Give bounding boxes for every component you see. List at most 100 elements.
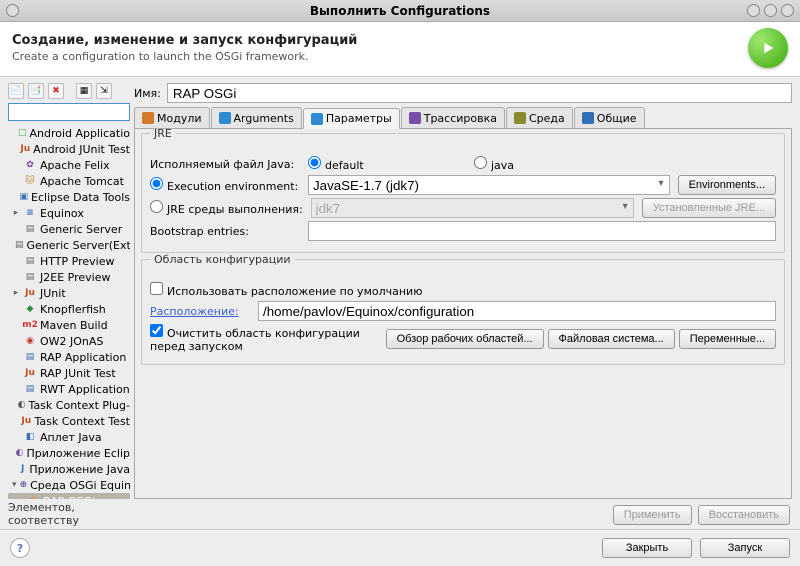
tree-item[interactable]: ◆Knopflerfish (8, 301, 130, 317)
name-input[interactable] (167, 83, 792, 103)
tree-item[interactable]: ▤RAP Application (8, 349, 130, 365)
clear-config-checkbox[interactable]: Очистить область конфигурации перед запу… (150, 324, 378, 353)
tab-модули[interactable]: Модули (134, 107, 210, 128)
location-label-link[interactable]: Расположение: (150, 305, 250, 318)
jre-runtime-radio[interactable]: JRE среды выполнения: (150, 200, 303, 216)
environments-button[interactable]: Environments... (678, 175, 776, 195)
tree-item-icon: ▤ (23, 383, 37, 395)
tree-item[interactable]: JuAndroid JUnit Test (8, 141, 130, 157)
tree-item-icon: ✿ (23, 159, 37, 171)
run-icon (748, 28, 788, 68)
location-input[interactable] (258, 301, 776, 321)
tab-icon (311, 113, 323, 125)
tree-item[interactable]: ▣Eclipse Data Tools (8, 189, 130, 205)
tree-item[interactable]: JПриложение Java (8, 461, 130, 477)
tree-item-icon: □ (18, 127, 27, 139)
tree-item-icon: Ju (23, 367, 37, 379)
tree-item-label: Android JUnit Test (33, 143, 130, 156)
jre-group-title: JRE (150, 129, 176, 140)
tree-item[interactable]: ▸≡Equinox (8, 205, 130, 221)
tree-item-label: Приложение Eclip (26, 447, 130, 460)
tree-item[interactable]: ◐Task Context Plug- (8, 397, 130, 413)
jre-runtime-select: jdk7 (311, 198, 634, 218)
tree-item[interactable]: ▤HTTP Preview (8, 253, 130, 269)
tree-item[interactable]: ▤Generic Server (8, 221, 130, 237)
tab-среда[interactable]: Среда (506, 107, 573, 128)
tree-item-icon: ▤ (23, 223, 37, 235)
tab-icon (219, 112, 231, 124)
tree-item-label: Аплет Java (40, 431, 102, 444)
tree-item-label: Maven Build (40, 319, 108, 332)
tree-item-icon: ◐ (16, 447, 24, 459)
tree-item[interactable]: ▸JuJUnit (8, 285, 130, 301)
tree-item-label: Equinox (40, 207, 84, 220)
tree-item-label: Среда OSGi Equin (30, 479, 130, 492)
browse-workspace-button[interactable]: Обзор рабочих областей... (386, 329, 544, 349)
tree-item[interactable]: ◐Приложение Eclip (8, 445, 130, 461)
tree-item-icon: ≡ (23, 207, 37, 219)
tab-общие[interactable]: Общие (574, 107, 645, 128)
tree-item-label: RWT Application (40, 383, 130, 396)
collapse-all-button[interactable]: ⇲ (96, 83, 112, 99)
close-window-icon[interactable] (781, 4, 794, 17)
tree-item-label: RAP JUnit Test (40, 367, 116, 380)
maximize-icon[interactable] (764, 4, 777, 17)
filter-button[interactable]: ▦ (76, 83, 92, 99)
tree-item[interactable]: ▤J2EE Preview (8, 269, 130, 285)
tree-item-label: Generic Server (40, 223, 122, 236)
tree-item-label: J2EE Preview (40, 271, 110, 284)
bootstrap-label: Bootstrap entries: (150, 225, 300, 238)
page-subtitle: Create a configuration to launch the OSG… (12, 50, 357, 63)
tree-item-label: JUnit (40, 287, 66, 300)
tree-item-icon: ▤ (23, 255, 37, 267)
tree-item-icon: ◧ (23, 431, 37, 443)
radio-java[interactable]: java (474, 156, 624, 172)
tree-item[interactable]: m2Maven Build (8, 317, 130, 333)
exec-env-radio[interactable]: Execution environment: (150, 177, 300, 193)
tab-icon (142, 112, 154, 124)
config-area-title: Область конфигурации (150, 253, 295, 266)
tree-item-label: OW2 JOnAS (40, 335, 103, 348)
delete-config-button[interactable]: ✖ (48, 83, 64, 99)
help-icon[interactable]: ? (10, 538, 30, 558)
tree-item-label: Task Context Plug- (29, 399, 130, 412)
duplicate-config-button[interactable]: 📑 (28, 83, 44, 99)
tab-параметры[interactable]: Параметры (303, 108, 400, 129)
tree-item[interactable]: ▤Generic Server(Ext (8, 237, 130, 253)
tree-item[interactable]: ◧Аплет Java (8, 429, 130, 445)
tree-item-label: HTTP Preview (40, 255, 114, 268)
tree-item[interactable]: ◉OW2 JOnAS (8, 333, 130, 349)
browse-filesystem-button[interactable]: Файловая система... (548, 329, 675, 349)
tree-item-icon: ⊕ (20, 479, 28, 491)
tree-item-icon: J (19, 463, 26, 475)
config-tree[interactable]: □Android ApplicatioJuAndroid JUnit Test✿… (8, 125, 130, 499)
tree-item-label: Android Applicatio (29, 127, 130, 140)
new-config-button[interactable]: 📄 (8, 83, 24, 99)
tree-item-label: Task Context Test (35, 415, 131, 428)
filter-input[interactable] (8, 103, 130, 121)
tree-item[interactable]: JuRAP JUnit Test (8, 365, 130, 381)
revert-button: Восстановить (698, 505, 790, 525)
radio-default[interactable]: default (308, 156, 458, 172)
window-menu-icon[interactable] (6, 4, 19, 17)
tree-item[interactable]: JuTask Context Test (8, 413, 130, 429)
tree-item-label: Generic Server(Ext (27, 239, 130, 252)
tree-item[interactable]: ▤RWT Application (8, 381, 130, 397)
exec-env-select[interactable]: JavaSE-1.7 (jdk7) (308, 175, 670, 195)
minimize-icon[interactable] (747, 4, 760, 17)
name-label: Имя: (134, 87, 161, 100)
tree-item[interactable]: □Android Applicatio (8, 125, 130, 141)
close-button[interactable]: Закрыть (602, 538, 692, 558)
tab-arguments[interactable]: Arguments (211, 107, 302, 128)
tab-icon (514, 112, 526, 124)
variables-button[interactable]: Переменные... (679, 329, 776, 349)
bootstrap-input[interactable] (308, 221, 776, 241)
use-default-location-checkbox[interactable]: Использовать расположение по умолчанию (150, 282, 422, 298)
tree-item[interactable]: 🐱Apache Tomcat (8, 173, 130, 189)
tab-трассировка[interactable]: Трассировка (401, 107, 505, 128)
tree-item[interactable]: ▾⊕Среда OSGi Equin (8, 477, 130, 493)
page-title: Создание, изменение и запуск конфигураци… (12, 33, 357, 48)
run-button[interactable]: Запуск (700, 538, 790, 558)
tree-item[interactable]: ✿Apache Felix (8, 157, 130, 173)
tree-item-label: Apache Tomcat (40, 175, 124, 188)
